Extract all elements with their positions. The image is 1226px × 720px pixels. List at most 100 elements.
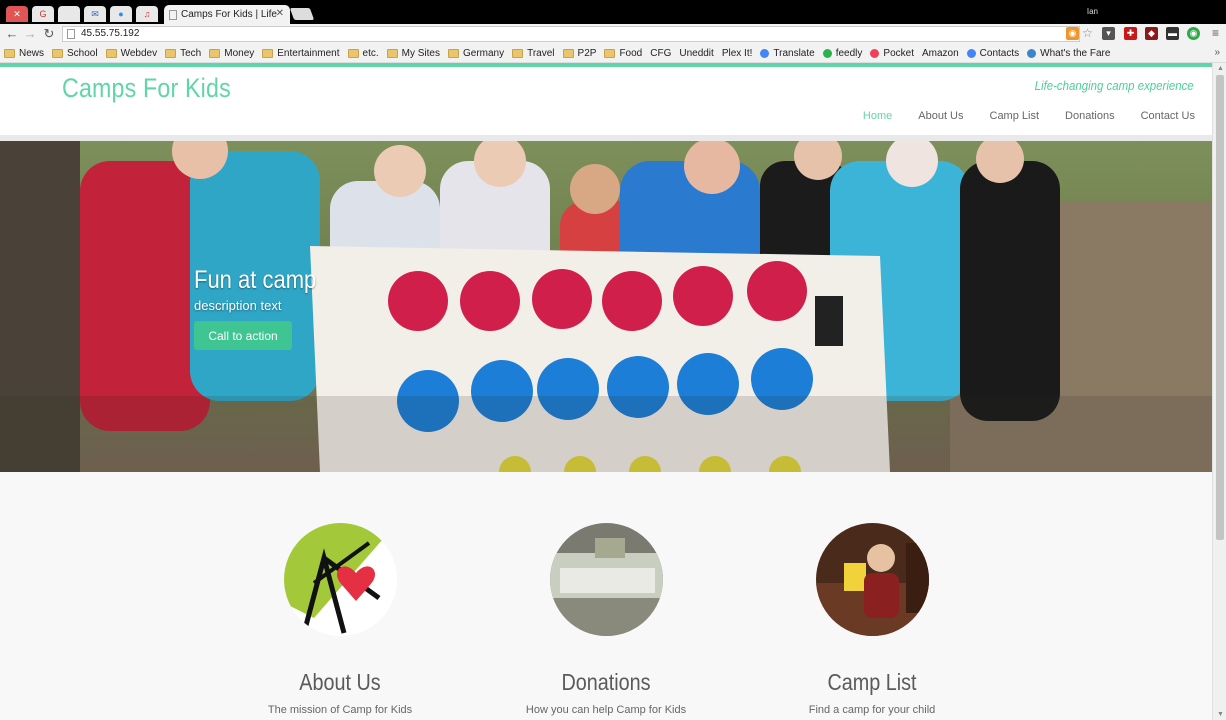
- url-text: 45.55.75.192: [81, 28, 140, 39]
- bookmark-label: feedly: [835, 47, 863, 59]
- about-us-image[interactable]: [283, 523, 397, 636]
- feature-description: The mission of Camp for Kids: [267, 704, 413, 716]
- page-scrollbar[interactable]: ▲ ▼: [1212, 63, 1226, 720]
- pinned-tab-google[interactable]: G: [32, 6, 54, 22]
- feature-title[interactable]: Donations: [529, 669, 684, 696]
- close-window-icon[interactable]: ✕: [6, 6, 28, 22]
- bookmark-item[interactable]: P2P: [562, 48, 596, 59]
- folder-icon: [105, 48, 117, 58]
- bookmark-label: What's the Fare: [1040, 47, 1111, 59]
- pinned-tab-music[interactable]: ♫: [136, 6, 158, 22]
- forward-icon[interactable]: →: [22, 26, 38, 42]
- feature-description: How you can help Camp for Kids: [525, 704, 687, 716]
- back-icon[interactable]: ←: [4, 26, 20, 42]
- site-title[interactable]: Camps For Kids: [62, 73, 231, 104]
- scroll-down-icon[interactable]: ▼: [1217, 711, 1224, 718]
- hero-banner: Fun at camp description text Call to act…: [0, 141, 1212, 472]
- main-nav: Home About Us Camp List Donations Contac…: [850, 110, 1208, 122]
- bookmark-item[interactable]: My Sites: [386, 48, 440, 59]
- feature-donations[interactable]: Donations How you can help Camp for Kids: [516, 523, 696, 716]
- nav-about-us[interactable]: About Us: [918, 110, 963, 122]
- browser-tab-strip: ✕ G ✉ ● ♫ Camps For Kids | Life ✕ Ian: [0, 0, 1226, 24]
- extension-red-icon[interactable]: ✚: [1124, 27, 1137, 40]
- bookmark-item[interactable]: Plex It!: [722, 48, 753, 59]
- folder-icon: [262, 48, 274, 58]
- active-tab[interactable]: Camps For Kids | Life ✕: [164, 5, 290, 24]
- bookmark-item[interactable]: Travel: [512, 47, 555, 59]
- folder-icon: [4, 48, 15, 58]
- bookmark-label: Money: [224, 47, 255, 59]
- bookmark-item[interactable]: Money: [209, 48, 254, 59]
- feature-title[interactable]: Camp List: [795, 669, 950, 696]
- page-info-icon[interactable]: [67, 29, 75, 39]
- folder-icon: [562, 48, 574, 58]
- bookmark-label: Tech: [180, 47, 202, 59]
- close-tab-icon[interactable]: ✕: [276, 8, 284, 19]
- scrollbar-thumb[interactable]: [1216, 75, 1224, 540]
- bookmark-item[interactable]: Entertainment: [262, 48, 340, 59]
- bookmark-item[interactable]: Amazon: [922, 48, 959, 59]
- bookmark-item[interactable]: Food: [604, 48, 642, 59]
- folder-icon: [604, 48, 616, 58]
- nav-camp-list[interactable]: Camp List: [990, 110, 1040, 122]
- bookmarks-bar: News School Webdev Tech Money Entertainment et…: [0, 44, 1226, 63]
- reload-icon[interactable]: ↻: [41, 26, 57, 42]
- call-to-action-button[interactable]: Call to action: [194, 321, 292, 350]
- bookmark-item[interactable]: Tech: [165, 48, 201, 59]
- bookmark-item[interactable]: News: [4, 48, 44, 59]
- extension-dark-icon[interactable]: ▬: [1166, 27, 1179, 40]
- pinned-tab-mail[interactable]: ✉: [84, 6, 106, 22]
- rss-icon[interactable]: ◉: [1066, 27, 1079, 40]
- more-bookmarks-icon[interactable]: »: [1214, 47, 1220, 58]
- site-tagline: Life-changing camp experience: [1035, 78, 1194, 93]
- folder-icon: [165, 48, 177, 58]
- nav-donations[interactable]: Donations: [1065, 110, 1115, 122]
- bookmark-item[interactable]: What's the Fare: [1027, 48, 1110, 59]
- address-bar[interactable]: 45.55.75.192: [62, 26, 1080, 42]
- nav-contact-us[interactable]: Contact Us: [1141, 110, 1195, 122]
- bookmark-item[interactable]: CFG: [650, 48, 671, 59]
- extension-green-icon[interactable]: ◉: [1187, 27, 1200, 40]
- pinned-tab-messenger[interactable]: ●: [110, 6, 132, 22]
- donations-image[interactable]: [549, 523, 663, 636]
- bookmark-label: Webdev: [120, 47, 158, 59]
- feedly-icon: [822, 48, 832, 58]
- google-icon: [966, 48, 976, 58]
- bookmark-star-icon[interactable]: ☆: [1081, 27, 1094, 40]
- feature-description: Find a camp for your child: [808, 704, 936, 716]
- translate-icon: [760, 48, 770, 58]
- pinned-tab-page[interactable]: [58, 6, 80, 22]
- bookmark-label: Plex It!: [721, 47, 753, 59]
- folder-icon: [386, 48, 398, 58]
- bookmark-item[interactable]: Contacts: [966, 48, 1019, 59]
- bookmark-item[interactable]: Germany: [447, 48, 504, 59]
- profile-name[interactable]: Ian: [1087, 7, 1098, 16]
- bookmark-item[interactable]: Uneddit: [679, 48, 713, 59]
- active-tab-title: Camps For Kids | Life: [181, 9, 277, 20]
- bookmark-item[interactable]: etc.: [347, 48, 379, 59]
- hero-image: [0, 141, 1212, 472]
- feature-camp-list[interactable]: Camp List Find a camp for your child: [782, 523, 962, 716]
- bookmark-label: CFG: [650, 47, 672, 59]
- bookmark-label: Travel: [527, 47, 555, 59]
- bookmark-item[interactable]: Translate: [760, 47, 815, 59]
- bookmark-item[interactable]: School: [52, 48, 98, 59]
- fare-icon: [1027, 48, 1037, 58]
- menu-icon[interactable]: ≡: [1209, 27, 1222, 40]
- scroll-up-icon[interactable]: ▲: [1217, 65, 1224, 72]
- pocket-ext-icon[interactable]: ▾: [1102, 27, 1115, 40]
- bookmark-label: Amazon: [921, 47, 959, 59]
- camp-list-image[interactable]: [815, 523, 929, 636]
- feature-about-us[interactable]: About Us The mission of Camp for Kids: [250, 523, 430, 716]
- nav-home[interactable]: Home: [863, 110, 892, 122]
- bookmark-item[interactable]: Pocket: [870, 48, 914, 59]
- new-tab-button[interactable]: [289, 8, 315, 20]
- bookmark-label: Translate: [773, 47, 815, 59]
- folder-icon: [447, 48, 459, 58]
- feature-title[interactable]: About Us: [263, 669, 418, 696]
- folder-icon: [209, 48, 221, 58]
- bookmark-item[interactable]: Webdev: [105, 47, 158, 59]
- bookmark-item[interactable]: feedly: [822, 47, 863, 59]
- ublock-icon[interactable]: ◆: [1145, 27, 1158, 40]
- site-header: Camps For Kids Life-changing camp experi…: [0, 67, 1212, 135]
